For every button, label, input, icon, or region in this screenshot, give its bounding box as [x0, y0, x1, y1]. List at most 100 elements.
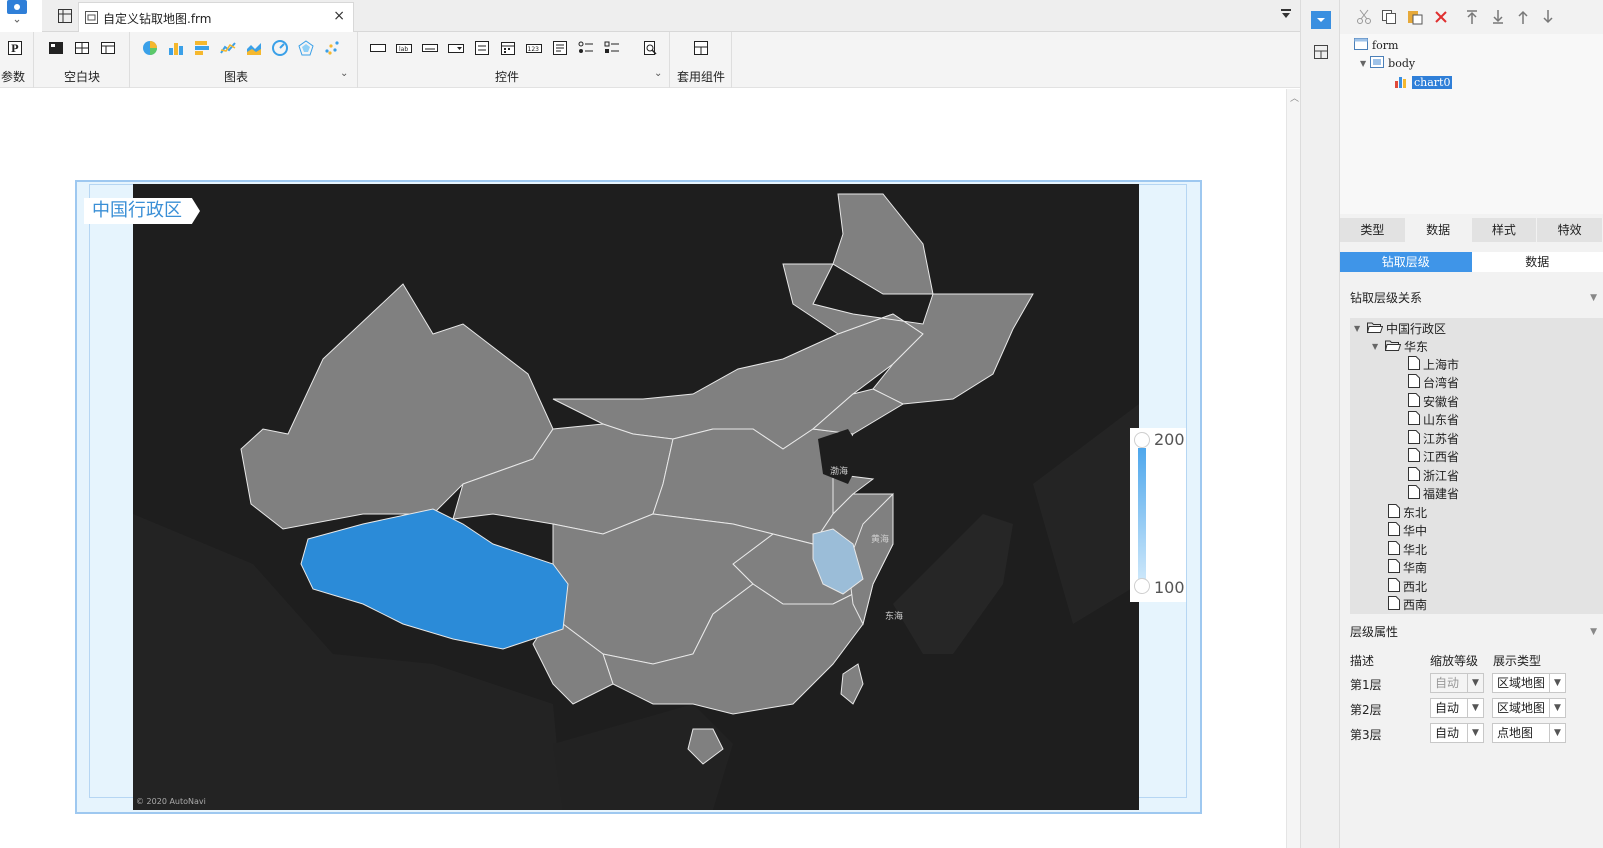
legend-max-handle[interactable]	[1134, 432, 1150, 448]
drill-leaf[interactable]: 东北	[1388, 504, 1427, 521]
app-logo-icon[interactable]	[2, 0, 30, 28]
level-attr-section[interactable]: 层级属性 ▼	[1340, 620, 1603, 644]
dropdown-widget-icon[interactable]	[448, 40, 464, 56]
drill-leaf[interactable]: 上海市	[1408, 356, 1459, 373]
date-widget-icon[interactable]	[500, 40, 516, 56]
tab-layout-icon[interactable]	[100, 40, 116, 56]
split-layout-icon[interactable]	[74, 40, 90, 56]
subtab-drill-levels[interactable]: 钻取层级	[1340, 252, 1472, 272]
move-top-icon[interactable]	[1464, 9, 1480, 25]
drill-leaf-label: 华北	[1403, 543, 1428, 557]
layout-settings-icon[interactable]	[1311, 43, 1331, 61]
drill-leaf[interactable]: 浙江省	[1408, 467, 1459, 484]
zoom-select[interactable]: 自动 ▼	[1430, 723, 1484, 743]
type-select[interactable]: 区域地图 ▼	[1492, 673, 1566, 693]
drill-expand-icon[interactable]: ▼	[1354, 324, 1364, 333]
tab-style[interactable]: 样式	[1472, 218, 1538, 242]
section-collapse-icon[interactable]: ▼	[1590, 286, 1597, 310]
textbox-widget-icon[interactable]	[370, 40, 386, 56]
drill-leaf[interactable]: 安徽省	[1408, 393, 1459, 410]
copy-icon[interactable]	[1381, 9, 1397, 25]
tab-document[interactable]: 自定义钻取地图.frm ×	[78, 2, 354, 32]
scatter-chart-icon[interactable]	[324, 40, 340, 56]
drill-leaf[interactable]: 西北	[1388, 578, 1427, 595]
drill-expand-icon[interactable]: ▼	[1372, 342, 1382, 351]
move-bottom-icon[interactable]	[1490, 9, 1506, 25]
zoom-select-value: 自动	[1435, 676, 1460, 690]
chevron-down-icon[interactable]: ▼	[1549, 674, 1565, 692]
map-chart[interactable]: 渤海 黄海 东海	[133, 184, 1139, 810]
zoom-select[interactable]: 自动 ▼	[1430, 698, 1484, 718]
map-legend[interactable]: 200 100	[1130, 428, 1186, 602]
parameter-icon[interactable]: P	[7, 40, 23, 56]
tree-node-chart[interactable]: chart0	[1394, 74, 1453, 91]
cut-icon[interactable]	[1356, 9, 1372, 25]
widgets-expand-icon[interactable]: ⌄	[654, 68, 662, 79]
drill-leaf[interactable]: 西南	[1388, 596, 1427, 613]
tree-node-form[interactable]: form	[1354, 38, 1398, 53]
drill-leaf[interactable]: 福建省	[1408, 485, 1459, 502]
tree-node-body[interactable]: ▼ body	[1360, 56, 1415, 71]
drill-leaf[interactable]: 华中	[1388, 522, 1427, 539]
number-widget-icon[interactable]: 123	[526, 40, 542, 56]
area-chart-icon[interactable]	[246, 40, 262, 56]
widget-settings-icon[interactable]	[1311, 11, 1331, 29]
radar-chart-icon[interactable]	[298, 40, 314, 56]
label-widget-icon[interactable]: lab	[396, 40, 412, 56]
charts-expand-icon[interactable]: ⌄	[340, 68, 348, 79]
absolute-layout-icon[interactable]	[48, 40, 64, 56]
drill-node-root[interactable]: ▼ 中国行政区	[1354, 320, 1446, 337]
textarea-widget-icon[interactable]	[552, 40, 568, 56]
move-down-icon[interactable]	[1540, 9, 1556, 25]
legend-min-label: 100	[1154, 578, 1185, 597]
tab-effects[interactable]: 特效	[1537, 218, 1603, 242]
search-query-icon[interactable]	[642, 40, 658, 56]
tab-close-icon[interactable]: ×	[333, 8, 345, 24]
legend-gradient-bar	[1138, 448, 1146, 588]
gauge-chart-icon[interactable]	[272, 40, 288, 56]
drill-leaf[interactable]: 台湾省	[1408, 374, 1459, 391]
drill-tree: ▼ 中国行政区 ▼ 华东 上海市 台湾省 安徽省 山东省 江苏省 江西省 浙江省…	[1350, 318, 1603, 614]
drill-leaf[interactable]: 华南	[1388, 559, 1427, 576]
canvas-vertical-scrollbar[interactable]: ︿	[1286, 89, 1300, 848]
bar-chart-icon[interactable]	[168, 40, 184, 56]
drill-leaf[interactable]: 华北	[1388, 541, 1427, 558]
chevron-down-icon[interactable]: ▼	[1549, 724, 1565, 742]
button-widget-icon[interactable]	[422, 40, 438, 56]
radio-group-icon[interactable]	[578, 40, 594, 56]
tab-menu-icon[interactable]	[1280, 8, 1292, 23]
drill-relation-section[interactable]: 钻取层级关系 ▼	[1340, 286, 1603, 310]
chevron-down-icon[interactable]: ▼	[1467, 699, 1483, 717]
subtab-data[interactable]: 数据	[1471, 252, 1603, 272]
tab-type[interactable]: 类型	[1340, 218, 1406, 242]
type-select[interactable]: 点地图 ▼	[1492, 723, 1566, 743]
template-widget-icon[interactable]	[693, 40, 709, 56]
checkbox-group-icon[interactable]	[604, 40, 620, 56]
legend-min-handle[interactable]	[1134, 578, 1150, 594]
tree-expand-icon[interactable]: ▼	[1360, 59, 1366, 68]
section-collapse-icon[interactable]: ▼	[1590, 620, 1597, 644]
grid-icon[interactable]	[58, 9, 72, 23]
drill-leaf[interactable]: 山东省	[1408, 411, 1459, 428]
drill-node-east[interactable]: ▼ 华东	[1372, 338, 1428, 355]
drill-leaf-label: 台湾省	[1423, 376, 1460, 390]
drill-leaf-label: 华南	[1403, 561, 1428, 575]
delete-icon[interactable]	[1433, 9, 1449, 25]
file-icon	[1388, 578, 1400, 595]
move-up-icon[interactable]	[1515, 9, 1531, 25]
horizontal-bar-icon[interactable]	[194, 40, 210, 56]
line-chart-icon[interactable]	[220, 40, 236, 56]
drill-leaf[interactable]: 江苏省	[1408, 430, 1459, 447]
chevron-down-icon[interactable]: ▼	[1549, 699, 1565, 717]
drill-leaf[interactable]: 江西省	[1408, 448, 1459, 465]
paste-icon[interactable]	[1407, 9, 1423, 25]
file-icon	[1408, 374, 1420, 391]
scroll-up-icon[interactable]: ︿	[1290, 91, 1299, 104]
tab-data[interactable]: 数据	[1405, 218, 1472, 242]
combo-widget-icon[interactable]	[474, 40, 490, 56]
drill-leaf-label: 西北	[1403, 580, 1428, 594]
chevron-down-icon[interactable]: ▼	[1467, 724, 1483, 742]
pie-chart-icon[interactable]	[142, 40, 158, 56]
file-icon	[1388, 596, 1400, 613]
type-select[interactable]: 区域地图 ▼	[1492, 698, 1566, 718]
